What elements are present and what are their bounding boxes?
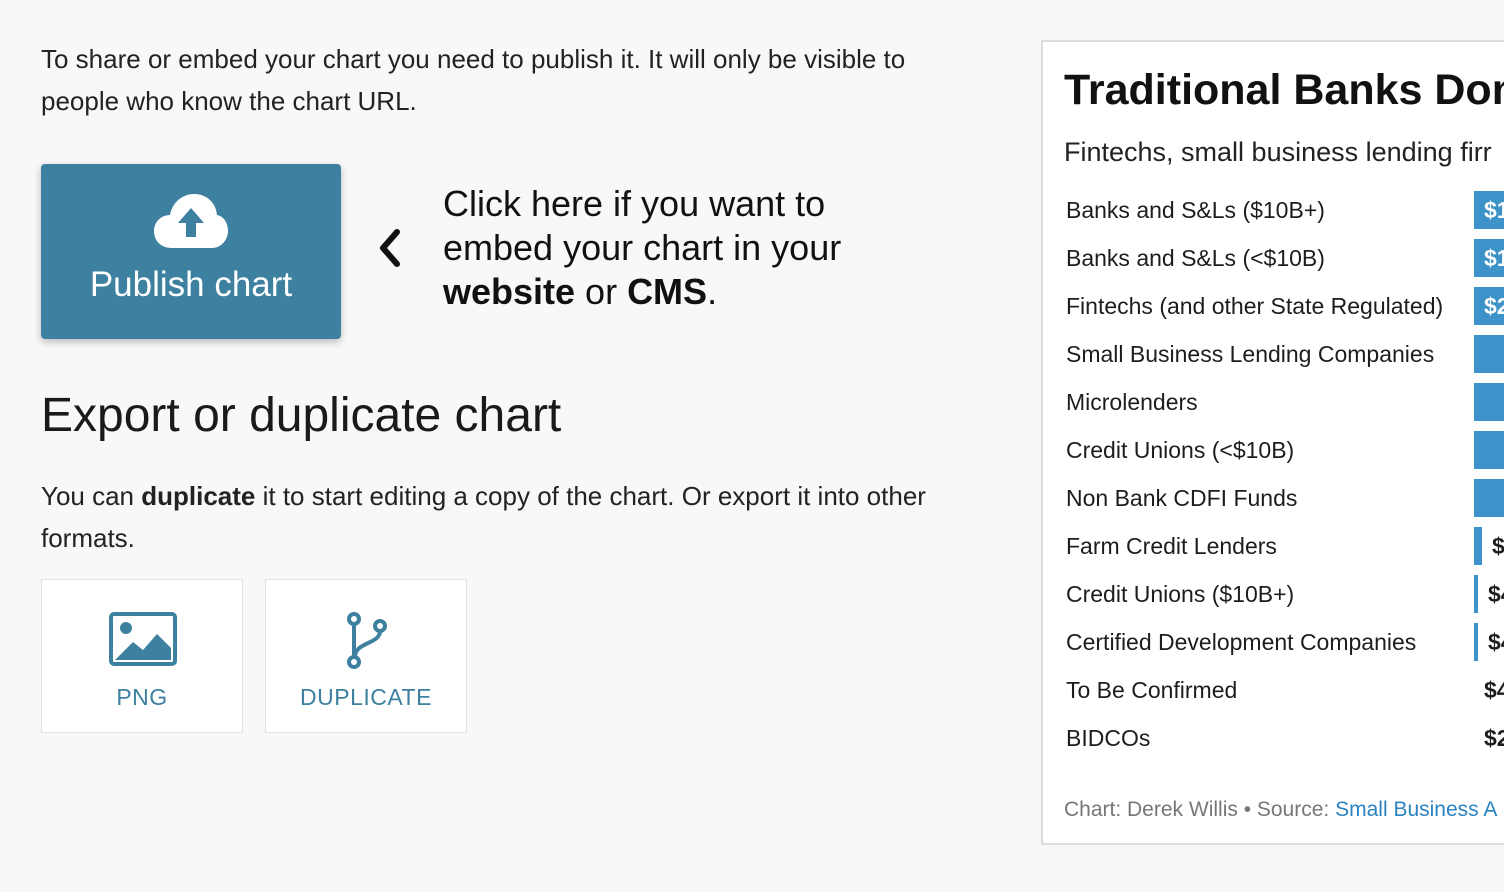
export-png-button[interactable]: PNG [41, 579, 243, 733]
image-icon [109, 612, 177, 666]
publish-panel: To share or embed your chart you need to… [41, 38, 1001, 733]
value-label: $2 [1484, 293, 1504, 319]
chart-row: Fintechs (and other State Regulated) $2 [1066, 286, 1504, 334]
chart-row: BIDCOs $2 [1066, 718, 1504, 766]
value-label: $4 [1488, 629, 1504, 655]
chart-subtitle: Fintechs, small business lending firr [1064, 137, 1492, 167]
chart-row: Credit Unions ($10B+) $4 [1066, 574, 1504, 622]
bar [1474, 623, 1478, 661]
bar [1474, 335, 1504, 373]
chart-title: Traditional Banks Dom [1064, 66, 1504, 114]
category-label: Credit Unions (<$10B) [1066, 437, 1295, 463]
chart-row: Microlenders [1066, 382, 1504, 430]
chart-row: Non Bank CDFI Funds [1066, 478, 1504, 526]
export-text-before: You can [41, 481, 142, 511]
value-label: $2 [1484, 725, 1504, 751]
category-label: Non Bank CDFI Funds [1066, 485, 1298, 511]
intro-text: To share or embed your chart you need to… [41, 44, 906, 116]
png-label: PNG [116, 684, 168, 710]
publish-chart-button[interactable]: Publish chart [41, 164, 341, 339]
fork-icon [347, 612, 387, 669]
value-label: $1 [1484, 245, 1504, 271]
publish-callout: Click here if you want to embed your cha… [443, 182, 903, 314]
chart-row: Small Business Lending Companies [1066, 334, 1504, 382]
chart-preview: Traditional Banks Dom Fintechs, small bu… [1041, 40, 1504, 845]
duplicate-button[interactable]: DUPLICATE [265, 579, 467, 733]
category-label: BIDCOs [1066, 725, 1151, 751]
callout-cms: CMS [627, 271, 708, 312]
export-section-title: Export or duplicate chart [41, 389, 562, 442]
export-description: You can duplicate it to start editing a … [41, 475, 991, 559]
category-label: Banks and S&Ls (<$10B) [1066, 245, 1325, 271]
chart-row: Banks and S&Ls (<$10B) $1 [1066, 238, 1504, 286]
callout-website: website [443, 271, 576, 312]
value-label: $4 [1484, 677, 1504, 703]
bar [1474, 479, 1504, 517]
category-label: Banks and S&Ls ($10B+) [1066, 197, 1325, 223]
category-label: Farm Credit Lenders [1066, 533, 1277, 559]
category-label: Microlenders [1066, 389, 1198, 415]
callout-start: Click here if you want to embed your cha… [443, 183, 842, 268]
bar [1474, 575, 1478, 613]
bar [1474, 527, 1482, 565]
bar [1474, 383, 1504, 421]
chart-row: Certified Development Companies $4 [1066, 622, 1504, 670]
cloud-upload-icon [154, 194, 228, 248]
value-label: $ [1492, 533, 1504, 559]
chart-row: Farm Credit Lenders $ [1066, 526, 1504, 574]
publish-chart-label: Publish chart [89, 265, 293, 304]
category-label: Fintechs (and other State Regulated) [1066, 293, 1444, 319]
value-label: $1 [1484, 197, 1504, 223]
duplicate-label: DUPLICATE [300, 684, 432, 710]
chart-row: Credit Unions (<$10B) [1066, 430, 1504, 478]
bar [1474, 431, 1504, 469]
category-label: Credit Unions ($10B+) [1066, 581, 1295, 607]
chevron-left-icon [380, 229, 400, 267]
chart-credit: Chart: Derek Willis • Source: Small Busi… [1064, 796, 1497, 824]
category-label: Certified Development Companies [1066, 629, 1417, 655]
export-text-bold: duplicate [141, 481, 256, 511]
chart-row: Banks and S&Ls ($10B+) $1 [1066, 190, 1504, 238]
credit-prefix: Chart: Derek Willis • Source: [1064, 798, 1336, 821]
callout-or: or [575, 271, 628, 312]
category-label: To Be Confirmed [1066, 677, 1238, 703]
value-label: $4 [1488, 581, 1504, 607]
chart-row: To Be Confirmed $4 [1066, 670, 1504, 718]
source-link[interactable]: Small Business A [1335, 798, 1497, 821]
callout-end: . [707, 271, 718, 312]
category-label: Small Business Lending Companies [1066, 341, 1435, 367]
